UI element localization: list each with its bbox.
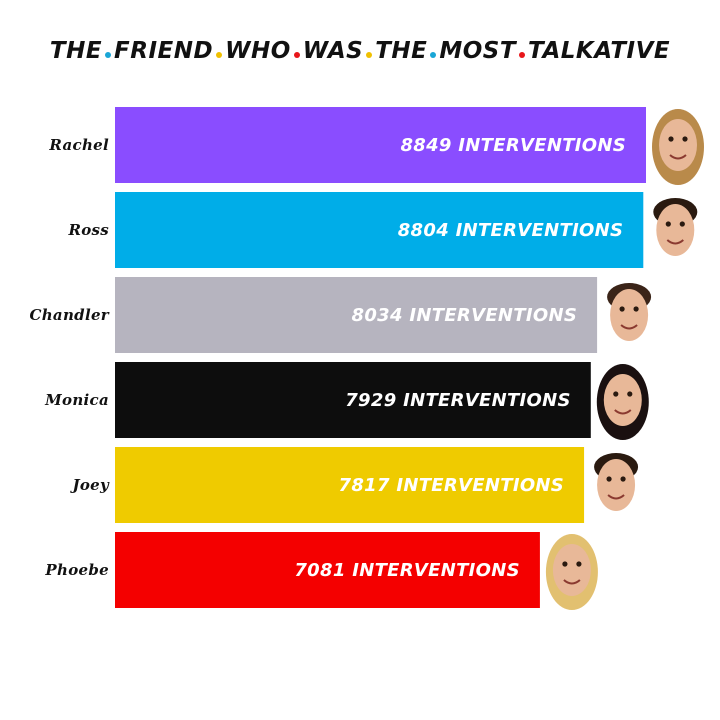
bar-chart: Rachel 8849 INTERVENTIONS Ross 8804 INTERVE… bbox=[29, 107, 704, 610]
face-phoebe-icon bbox=[545, 534, 598, 610]
value-label: 7081 INTERVENTIONS bbox=[294, 560, 520, 581]
value-label: 7929 INTERVENTIONS bbox=[345, 390, 571, 411]
value-label: 8804 INTERVENTIONS bbox=[398, 220, 624, 241]
category-label: Chandler bbox=[29, 306, 109, 324]
value-label: 8849 INTERVENTIONS bbox=[400, 135, 626, 156]
category-label: Rachel bbox=[48, 136, 109, 154]
face-rachel-icon bbox=[652, 109, 704, 185]
value-label: 7817 INTERVENTIONS bbox=[339, 475, 565, 496]
category-label: Monica bbox=[44, 391, 109, 409]
chart-canvas: THE FRIEND WHO WAS THE MOST TALKATIVE Rachel 88… bbox=[0, 0, 720, 720]
face-chandler-icon bbox=[607, 283, 652, 341]
category-label: Ross bbox=[67, 221, 109, 239]
face-monica-icon bbox=[596, 364, 649, 440]
category-label: Joey bbox=[69, 476, 110, 494]
face-ross-icon bbox=[653, 198, 698, 256]
category-label: Phoebe bbox=[44, 561, 109, 579]
face-joey-icon bbox=[594, 453, 639, 511]
value-label: 8034 INTERVENTIONS bbox=[352, 305, 578, 326]
